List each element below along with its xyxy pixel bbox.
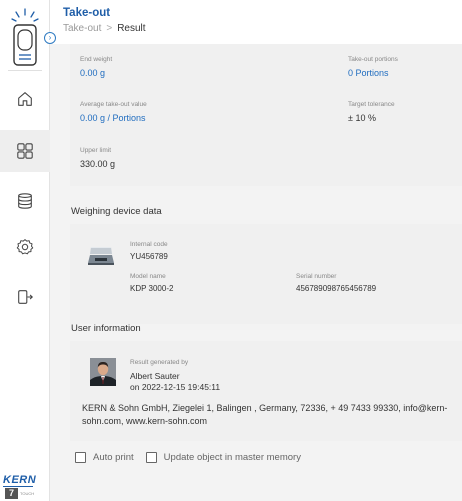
brand-name: KERN <box>3 474 37 486</box>
grid-icon <box>17 143 33 159</box>
summary-card: End weight 0.00 g Take-out portions 0 Po… <box>70 44 462 186</box>
end-weight-value: 0.00 g <box>80 68 106 78</box>
target-tolerance-label: Target tolerance <box>348 101 395 108</box>
serial-number-label: Serial number <box>296 273 337 280</box>
home-icon <box>18 92 32 106</box>
generated-by-label: Result generated by <box>130 359 189 366</box>
scale-terminal-icon <box>11 8 39 66</box>
take-out-portions-label: Take-out portions <box>348 56 398 63</box>
kern-touch-logo: KERN 7 TOUCH <box>3 474 43 499</box>
company-address-line2: sohn.com, www.kern-sohn.com <box>82 416 208 426</box>
avatar <box>90 358 116 386</box>
take-out-portions-value: 0 Portions <box>348 68 389 78</box>
page-header: Take-out Take-out > Result <box>50 0 462 44</box>
internal-code-label: Internal code <box>130 241 168 248</box>
breadcrumb-current: Result <box>117 23 146 34</box>
target-tolerance-value: ± 10 % <box>348 113 376 123</box>
nav-database[interactable] <box>0 180 50 222</box>
nav-settings[interactable] <box>0 226 50 268</box>
nav-home[interactable] <box>0 78 50 120</box>
generated-on: on 2022-12-15 19:45:11 <box>130 382 221 392</box>
chevron-right-icon[interactable]: › <box>44 32 56 44</box>
end-weight-label: End weight <box>80 56 113 63</box>
result-content: End weight 0.00 g Take-out portions 0 Po… <box>50 44 462 501</box>
user-name: Albert Sauter <box>130 371 180 381</box>
page-title: Take-out <box>63 7 111 19</box>
brand-sub: TOUCH <box>20 491 35 496</box>
user-card: Result generated by Albert Sauter on 202… <box>70 341 462 441</box>
internal-code-value: YU456789 <box>130 252 168 261</box>
sidebar-divider <box>8 70 42 71</box>
scale-device-icon <box>88 247 114 265</box>
breadcrumb: Take-out > Result <box>63 23 146 34</box>
nav-logout[interactable] <box>0 276 50 318</box>
breadcrumb-separator: > <box>106 23 113 34</box>
options-row: Auto print Update object in master memor… <box>75 452 313 463</box>
device-card: Internal code YU456789 Model name KDP 30… <box>70 224 462 324</box>
gear-icon <box>16 239 34 255</box>
device-section-title: Weighing device data <box>71 206 162 217</box>
nav-applications[interactable] <box>0 130 50 172</box>
upper-limit-value: 330.00 g <box>80 159 116 169</box>
auto-print-label[interactable]: Auto print <box>93 452 134 463</box>
footer-space <box>50 474 462 501</box>
auto-print-checkbox[interactable] <box>75 452 86 463</box>
average-value-label: Average take-out value <box>80 101 147 108</box>
breadcrumb-parent[interactable]: Take-out <box>63 23 101 34</box>
brand-badge: 7 <box>5 488 18 499</box>
company-address-line1: KERN & Sohn GmbH, Ziegelei 1, Balingen ,… <box>82 403 448 413</box>
update-master-checkbox[interactable] <box>145 452 157 463</box>
sidebar: › KERN 7 TOUCH <box>0 0 56 501</box>
update-master-label[interactable]: Update object in master memory <box>164 452 301 463</box>
model-name-value: KDP 3000-2 <box>130 284 174 293</box>
database-icon <box>18 193 32 209</box>
average-value: 0.00 g / Portions <box>80 113 146 123</box>
serial-number-value: 456789098765456789 <box>296 284 377 293</box>
user-section-title: User information <box>71 323 141 334</box>
logout-icon <box>18 290 33 304</box>
upper-limit-label: Upper limit <box>80 147 112 154</box>
model-name-label: Model name <box>130 273 166 280</box>
